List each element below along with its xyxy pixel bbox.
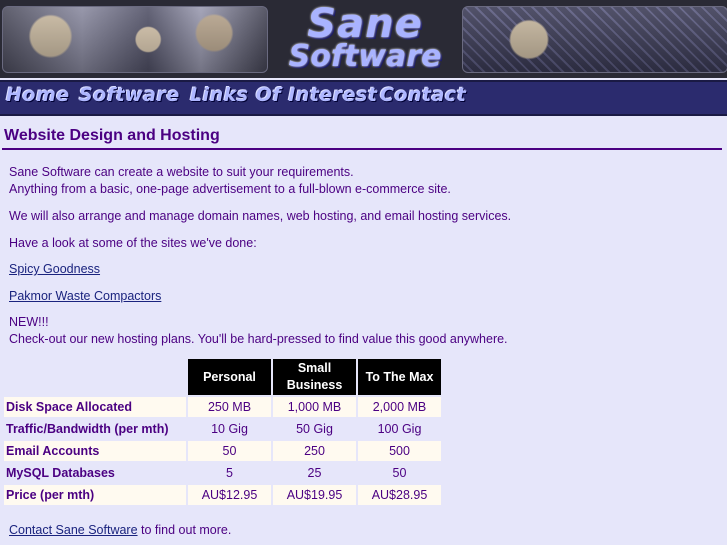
table-row: MySQL Databases 5 25 50: [4, 463, 441, 483]
table-header-row: Personal Small Business To The Max: [4, 359, 441, 395]
table-row: Traffic/Bandwidth (per mth) 10 Gig 50 Gi…: [4, 419, 441, 439]
logo-line-2: Software: [288, 39, 442, 74]
row-label: MySQL Databases: [4, 463, 186, 483]
intro-line-1: Sane Software can create a website to su…: [9, 165, 354, 179]
table-cell: 5: [188, 463, 271, 483]
site-link-paragraph-2: Pakmor Waste Compactors: [9, 288, 161, 305]
column-header-to-the-max: To The Max: [358, 359, 441, 395]
nav-software[interactable]: Software: [79, 84, 180, 106]
table-cell: 1,000 MB: [273, 397, 356, 417]
hosting-plans-table: Personal Small Business To The Max Disk …: [2, 357, 443, 507]
table-cell: 50 Gig: [273, 419, 356, 439]
logo-line-1: Sane: [307, 1, 423, 47]
page-title: Website Design and Hosting: [4, 127, 220, 144]
banner-photo-computer: [462, 6, 727, 73]
site-logo[interactable]: Sane Software: [272, 2, 458, 76]
table-cell: 50: [358, 463, 441, 483]
sites-text: Have a look at some of the sites we've d…: [9, 236, 257, 250]
table-cell: 250 MB: [188, 397, 271, 417]
table-row: Price (per mth) AU$12.95 AU$19.95 AU$28.…: [4, 485, 441, 505]
row-label: Disk Space Allocated: [4, 397, 186, 417]
new-label: NEW!!!: [9, 315, 49, 329]
table-corner: [4, 359, 186, 395]
intro-text: Sane Software can create a website to su…: [9, 164, 451, 198]
contact-suffix: to find out more.: [137, 523, 232, 537]
intro-line-2: Anything from a basic, one-page advertis…: [9, 182, 451, 196]
site-link-spicy-goodness[interactable]: Spicy Goodness: [9, 262, 100, 276]
column-header-personal: Personal: [188, 359, 271, 395]
table-cell: 250: [273, 441, 356, 461]
site-link-pakmor[interactable]: Pakmor Waste Compactors: [9, 289, 161, 303]
table-cell: AU$19.95: [273, 485, 356, 505]
row-label: Price (per mth): [4, 485, 186, 505]
row-label: Traffic/Bandwidth (per mth): [4, 419, 186, 439]
table-cell: 25: [273, 463, 356, 483]
nav-contact[interactable]: Contact: [380, 84, 466, 106]
banner-photo-people: [2, 6, 268, 73]
table-cell: AU$28.95: [358, 485, 441, 505]
nav-home[interactable]: Home: [6, 84, 70, 106]
contact-paragraph: Contact Sane Software to find out more.: [9, 522, 231, 539]
table-cell: 100 Gig: [358, 419, 441, 439]
domains-text: We will also arrange and manage domain n…: [9, 209, 512, 223]
table-cell: 2,000 MB: [358, 397, 441, 417]
table-row: Disk Space Allocated 250 MB 1,000 MB 2,0…: [4, 397, 441, 417]
table-cell: AU$12.95: [188, 485, 271, 505]
table-row: Email Accounts 50 250 500: [4, 441, 441, 461]
main-nav: Home Software Links Of Interest Contact: [0, 80, 727, 116]
table-cell: 50: [188, 441, 271, 461]
hosting-text: Check-out our new hosting plans. You'll …: [9, 332, 508, 346]
row-label: Email Accounts: [4, 441, 186, 461]
site-link-paragraph-1: Spicy Goodness: [9, 261, 100, 278]
header-banner: Sane Software: [0, 0, 727, 78]
nav-links-of-interest[interactable]: Links Of Interest: [190, 84, 377, 106]
title-divider: [2, 148, 722, 150]
table-cell: 10 Gig: [188, 419, 271, 439]
hosting-announcement: NEW!!! Check-out our new hosting plans. …: [9, 314, 508, 348]
column-header-small-business: Small Business: [273, 359, 356, 395]
table-cell: 500: [358, 441, 441, 461]
contact-link[interactable]: Contact Sane Software: [9, 523, 138, 537]
